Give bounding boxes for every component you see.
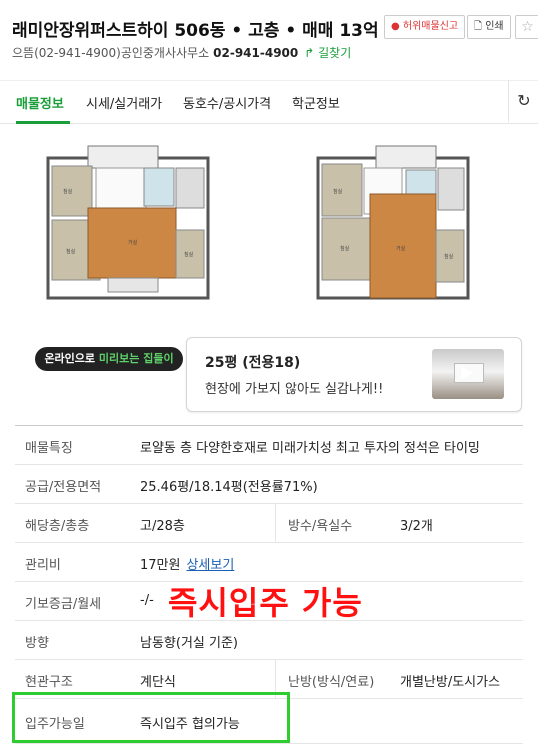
refresh-icon: ↻ [517,91,531,110]
agency-phone[interactable]: 02-941-4900 [213,46,298,60]
print-button[interactable]: 🗋 인쇄 [467,15,511,39]
row-value: 25.46평/18.14평(전용률71%) [140,480,318,495]
row-label: 관리비 [25,558,61,573]
row-label-secondary-cell: 난방(방식/연료) [275,660,386,698]
svg-text:거실: 거실 [128,239,138,246]
tour-description: 현장에 가보지 않아도 실감나게!! [205,382,384,397]
refresh-button[interactable]: ↻ [508,80,538,122]
svg-text:침실: 침실 [444,253,454,260]
svg-text:침실: 침실 [184,251,194,258]
tab-bar: 매물정보 시세/실거래가 동호수/공시가격 학군정보 [0,80,538,124]
directions-link[interactable]: ↱ 길찾기 [304,46,351,60]
table-row: 관리비 17만원 상세보기 [15,543,523,582]
row-label: 현관구조 [25,675,73,690]
move-in-overlay-text: 즉시입주 가능 [168,584,363,622]
print-label: 인쇄 [485,21,504,32]
virtual-tour-card[interactable]: 25평 (전용18) 현장에 가보지 않아도 실감나게!! [186,337,522,412]
floor-plans: 침실 침실 거실 침실 침실 침실 거실 침실 [0,122,538,332]
tab-school-info[interactable]: 학군정보 [292,93,340,112]
row-label: 방향 [25,636,49,651]
print-icon: 🗋 [474,21,486,32]
agency-name: 으뜸(02-941-4900)공인중개사사무소 [12,46,210,60]
row-value: -/- [140,593,154,608]
maintenance-fee: 17만원 [140,558,181,573]
floor-plan-right: 침실 침실 거실 침실 [316,145,470,300]
table-row: 방향 남동향(거실 기준) [15,621,523,660]
floor-plan-images[interactable]: 침실 침실 거실 침실 침실 침실 거실 침실 [0,122,538,332]
tab-price-history[interactable]: 시세/실거래가 [86,93,162,112]
row-value: 계단식 [140,675,176,690]
listing-title: 래미안장위퍼스트하이 506동 • 고층 • 매매 13억 [12,21,379,41]
svg-text:침실: 침실 [66,248,76,255]
siren-icon: ● [391,21,403,32]
agency-line: 으뜸(02-941-4900)공인중개사사무소 02-941-4900 ↱ 길찾기 [12,44,351,61]
table-row: 매물특징 로얄동 층 다양한호재로 미래가치성 최고 투자의 정석은 타이밍 [15,426,523,465]
row-value-secondary: 개별난방/도시가스 [400,675,501,690]
row-label: 기보증금/월세 [25,597,102,612]
svg-text:침실: 침실 [63,188,73,195]
svg-text:침실: 침실 [340,245,350,252]
directions-label: 길찾기 [318,46,352,60]
favorite-button[interactable]: ☆ [515,15,538,39]
row-label: 공급/전용면적 [25,480,102,495]
table-row: 공급/전용면적 25.46평/18.14평(전용률71%) [15,465,523,504]
row-label: 매물특징 [25,441,73,456]
row-value: 로얄동 층 다양한호재로 미래가치성 최고 투자의 정석은 타이밍 [140,441,480,456]
tour-title: 25평 (전용18) [205,355,301,371]
report-button[interactable]: ● 허위매물신고 [384,15,466,39]
tab-listing-info[interactable]: 매물정보 [16,93,64,112]
row-label-secondary: 방수/욕실수 [288,519,353,534]
star-icon: ☆ [521,19,534,35]
highlight-box [12,692,290,743]
row-label-secondary-cell: 방수/욕실수 [275,504,386,542]
svg-text:거실: 거실 [396,245,406,252]
tour-thumbnail[interactable] [432,349,504,399]
pill-highlight: 미리보는 집들이 [98,352,174,365]
listing-header: 래미안장위퍼스트하이 506동 • 고층 • 매매 13억 으뜸(02-941-… [0,0,538,78]
row-value: 남동향(거실 기준) [140,636,238,651]
row-value: 고/28층 [140,519,185,534]
play-icon [461,366,473,380]
fee-detail-link[interactable]: 상세보기 [186,558,234,573]
online-tour-pill[interactable]: 온라인으로 미리보는 집들이 [35,347,183,371]
svg-text:침실: 침실 [333,188,343,195]
row-label-secondary: 난방(방식/연료) [288,675,375,690]
report-label: 허위매물신고 [402,21,459,32]
row-label: 해당층/총층 [25,519,90,534]
table-row: 해당층/총층 고/28층 방수/욕실수 3/2개 [15,504,523,543]
pill-prefix: 온라인으로 [44,352,96,365]
tab-unit-price[interactable]: 동호수/공시가격 [183,93,271,112]
row-value: 17만원 상세보기 [140,554,234,573]
directions-icon: ↱ [304,46,319,60]
row-value-secondary: 3/2개 [400,519,433,534]
floor-plan-left: 침실 침실 거실 침실 [46,145,210,300]
